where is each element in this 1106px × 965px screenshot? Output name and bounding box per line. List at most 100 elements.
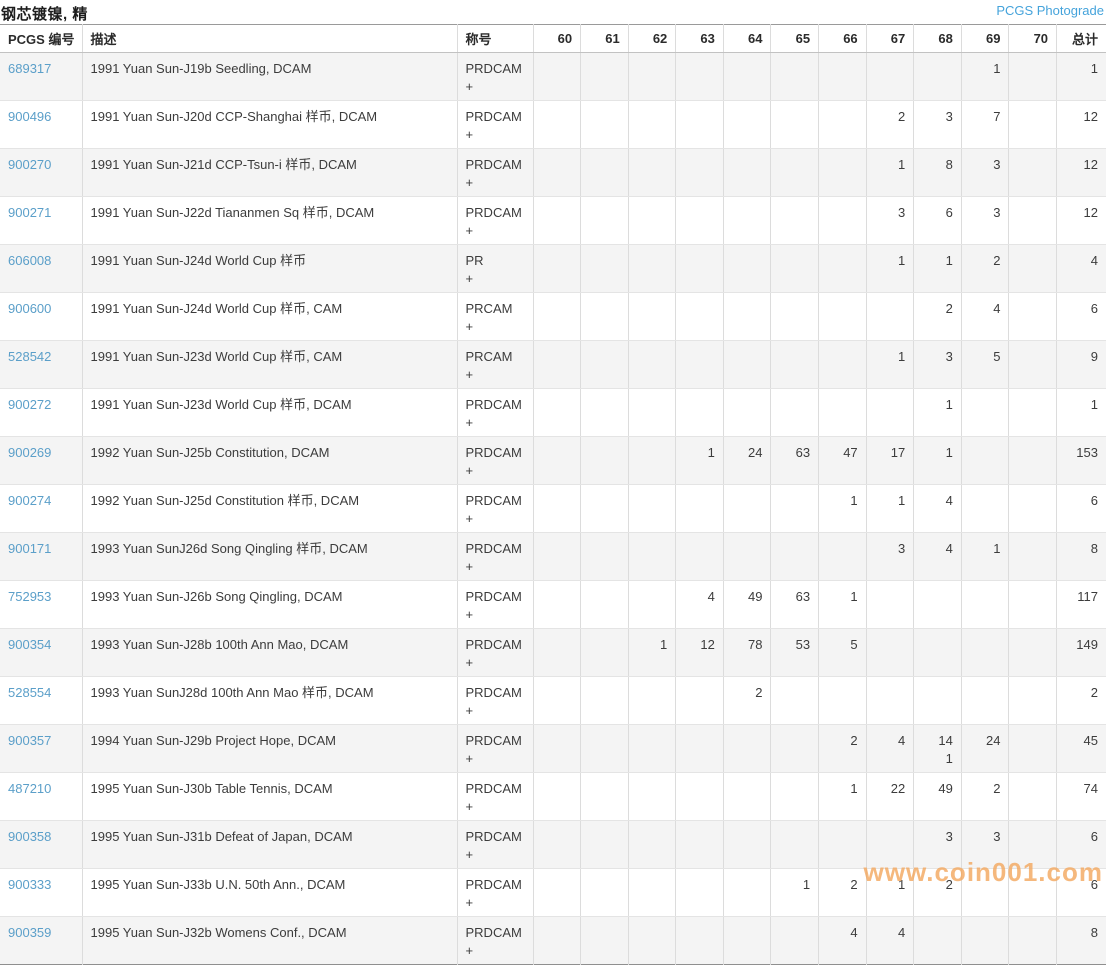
grade-count-cell (676, 293, 724, 341)
grade-count-cell (628, 437, 676, 485)
pcgs-number-cell: 900333 (0, 869, 82, 917)
grade-count-cell (961, 629, 1009, 677)
designation-cell: PRDCAM+ (457, 197, 533, 245)
grade-count-cell (1009, 341, 1057, 389)
grade-count-cell (628, 533, 676, 581)
grade-count-cell (628, 149, 676, 197)
grade-count-cell (581, 341, 629, 389)
description-cell: 1991 Yuan Sun-J20d CCP-Shanghai 样币, DCAM (82, 101, 457, 149)
total-cell: 8 (1057, 917, 1106, 965)
header-row: PCGS 编号 描述 称号 60 61 62 63 64 65 66 67 68… (0, 25, 1106, 53)
grade-count-cell: 2 (866, 101, 914, 149)
grade-count-cell: 63 (771, 581, 819, 629)
grade-count-cell (533, 53, 581, 101)
pcgs-number-link[interactable]: 606008 (8, 253, 51, 268)
grade-count-cell (1009, 53, 1057, 101)
grade-count-cell (628, 485, 676, 533)
grade-count-cell: 1 (961, 533, 1009, 581)
header-designation: 称号 (457, 25, 533, 53)
total-cell: 149 (1057, 629, 1106, 677)
pcgs-number-link[interactable]: 528554 (8, 685, 51, 700)
grade-count-cell: 53 (771, 629, 819, 677)
grade-count-cell (771, 101, 819, 149)
grade-count-cell (1009, 773, 1057, 821)
pcgs-number-link[interactable]: 900171 (8, 541, 51, 556)
header-pcgs-number: PCGS 编号 (0, 25, 82, 53)
pcgs-number-link[interactable]: 528542 (8, 349, 51, 364)
grade-count-cell (676, 197, 724, 245)
grade-count-cell (723, 341, 771, 389)
grade-count-cell (723, 821, 771, 869)
grade-count-cell (819, 197, 867, 245)
pcgs-number-link[interactable]: 900359 (8, 925, 51, 940)
pcgs-photograde-link[interactable]: PCGS Photograde (996, 3, 1104, 18)
pcgs-number-cell: 900171 (0, 533, 82, 581)
total-cell: 6 (1057, 293, 1106, 341)
pcgs-number-link[interactable]: 689317 (8, 61, 51, 76)
pcgs-number-link[interactable]: 900269 (8, 445, 51, 460)
pcgs-number-link[interactable]: 900274 (8, 493, 51, 508)
pcgs-number-link[interactable]: 900358 (8, 829, 51, 844)
table-row: 900600 1991 Yuan Sun-J24d World Cup 样币, … (0, 293, 1106, 341)
pcgs-number-cell: 528542 (0, 341, 82, 389)
total-cell: 1 (1057, 389, 1106, 437)
grade-count-cell: 4 (866, 725, 914, 773)
pcgs-number-link[interactable]: 900354 (8, 637, 51, 652)
total-cell: 6 (1057, 821, 1106, 869)
pcgs-number-link[interactable]: 487210 (8, 781, 51, 796)
pcgs-number-link[interactable]: 900271 (8, 205, 51, 220)
grade-count-cell: 3 (866, 533, 914, 581)
header-grade-69: 69 (961, 25, 1009, 53)
grade-count-cell (771, 341, 819, 389)
total-cell: 9 (1057, 341, 1106, 389)
pcgs-number-link[interactable]: 900600 (8, 301, 51, 316)
grade-count-cell: 1 (866, 245, 914, 293)
grade-count-cell (628, 245, 676, 293)
pcgs-number-link[interactable]: 900333 (8, 877, 51, 892)
pcgs-number-link[interactable]: 900270 (8, 157, 51, 172)
grade-count-cell (1009, 149, 1057, 197)
table-row: 900271 1991 Yuan Sun-J22d Tiananmen Sq 样… (0, 197, 1106, 245)
grade-count-cell (581, 293, 629, 341)
pcgs-number-link[interactable]: 900496 (8, 109, 51, 124)
description-cell: 1991 Yuan Sun-J19b Seedling, DCAM (82, 53, 457, 101)
grade-count-cell (771, 533, 819, 581)
description-cell: 1995 Yuan Sun-J30b Table Tennis, DCAM (82, 773, 457, 821)
header-total: 总计 (1057, 25, 1106, 53)
table-row: 900496 1991 Yuan Sun-J20d CCP-Shanghai 样… (0, 101, 1106, 149)
grade-count-cell (1009, 485, 1057, 533)
grade-count-cell (676, 677, 724, 725)
description-cell: 1991 Yuan Sun-J21d CCP-Tsun-i 样币, DCAM (82, 149, 457, 197)
grade-count-cell: 1 (914, 389, 962, 437)
description-cell: 1992 Yuan Sun-J25b Constitution, DCAM (82, 437, 457, 485)
grade-count-cell (533, 677, 581, 725)
pcgs-number-cell: 900272 (0, 389, 82, 437)
grade-count-cell: 5 (961, 341, 1009, 389)
grade-count-cell (961, 869, 1009, 917)
grade-count-cell (1009, 101, 1057, 149)
table-row: 689317 1991 Yuan Sun-J19b Seedling, DCAM… (0, 53, 1106, 101)
description-cell: 1991 Yuan Sun-J23d World Cup 样币, CAM (82, 341, 457, 389)
grade-count-cell (1009, 581, 1057, 629)
designation-cell: PRDCAM+ (457, 725, 533, 773)
grade-count-cell: 2 (819, 725, 867, 773)
grade-count-cell (533, 917, 581, 965)
pcgs-number-link[interactable]: 900272 (8, 397, 51, 412)
grade-count-cell (628, 293, 676, 341)
grade-count-cell (723, 53, 771, 101)
description-cell: 1992 Yuan Sun-J25d Constitution 样币, DCAM (82, 485, 457, 533)
pcgs-number-cell: 528554 (0, 677, 82, 725)
pcgs-number-link[interactable]: 752953 (8, 589, 51, 604)
grade-count-cell (723, 917, 771, 965)
grade-count-cell (723, 773, 771, 821)
designation-cell: PRDCAM+ (457, 821, 533, 869)
pcgs-number-link[interactable]: 900357 (8, 733, 51, 748)
grade-count-cell (723, 245, 771, 293)
grade-count-cell (961, 917, 1009, 965)
grade-count-cell: 49 (723, 581, 771, 629)
grade-count-cell (1009, 917, 1057, 965)
grade-count-cell (533, 485, 581, 533)
designation-cell: PRDCAM+ (457, 773, 533, 821)
designation-cell: PRCAM+ (457, 341, 533, 389)
total-cell: 6 (1057, 485, 1106, 533)
